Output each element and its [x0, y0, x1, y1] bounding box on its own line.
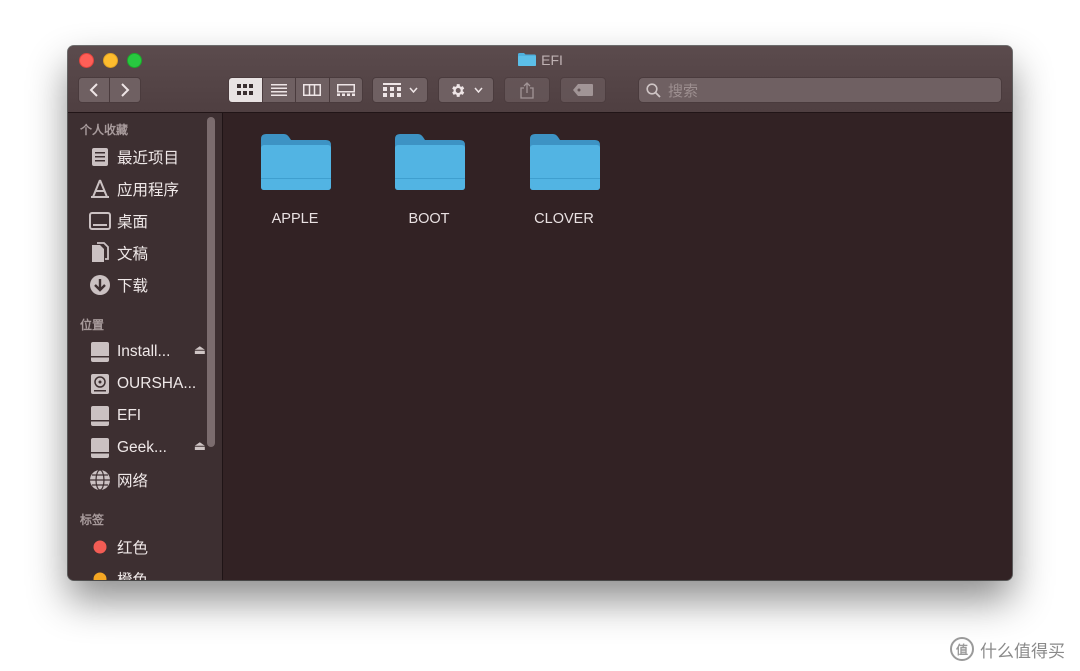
- sidebar-item-label: 下载: [117, 278, 149, 295]
- nav-buttons: [78, 77, 141, 103]
- group-by-button[interactable]: [372, 77, 428, 103]
- group-grid-icon: [382, 83, 401, 97]
- sidebar-item-network[interactable]: 网络: [88, 466, 206, 494]
- folder-icon: [518, 53, 537, 66]
- sidebar-item-label: Geek...: [117, 439, 167, 456]
- file-browser-area[interactable]: APPLE BOOT CLOVER: [223, 113, 1012, 580]
- sidebar-item-oursha[interactable]: OURSHA...: [88, 370, 206, 398]
- chevron-right-icon: [121, 83, 130, 97]
- chevron-down-icon: [408, 87, 418, 93]
- columns-icon: [303, 84, 322, 96]
- view-mode-control: [228, 77, 363, 103]
- list-view-button[interactable]: [262, 78, 296, 102]
- sidebar-scrollbar[interactable]: [207, 117, 215, 447]
- sidebar: 个人收藏 最近项目 应用程序 桌面 文稿 下载 位置 Install... ⏏ …: [68, 113, 223, 580]
- folder-icon: [530, 134, 600, 190]
- chevron-down-icon: [474, 87, 483, 93]
- sidebar-item-applications[interactable]: 应用程序: [88, 175, 206, 203]
- recents-icon: [88, 145, 112, 169]
- sidebar-section-tags: 标签: [80, 513, 105, 527]
- documents-icon: [88, 241, 112, 265]
- folder-name: BOOT: [408, 211, 450, 227]
- search-icon: [646, 83, 661, 98]
- sidebar-section-favorites: 个人收藏: [80, 123, 129, 137]
- sidebar-item-label: 文稿: [117, 246, 149, 263]
- eject-icon[interactable]: ⏏: [194, 342, 206, 358]
- list-icon: [270, 84, 287, 96]
- eject-icon[interactable]: ⏏: [194, 438, 206, 454]
- window-title: EFI: [68, 51, 1012, 69]
- sidebar-item-install[interactable]: Install... ⏏: [88, 338, 206, 366]
- sidebar-item-label: EFI: [117, 407, 142, 424]
- drive-icon: [88, 404, 112, 428]
- tag-dot-icon: [88, 567, 112, 580]
- icon-grid-icon: [237, 84, 254, 95]
- sidebar-item-recents[interactable]: 最近项目: [88, 143, 206, 171]
- desktop-icon: [88, 209, 112, 233]
- tags-button[interactable]: [560, 77, 606, 103]
- icon-view-button[interactable]: [229, 78, 263, 102]
- drive-icon: [88, 340, 112, 364]
- sidebar-item-label: 应用程序: [117, 182, 180, 199]
- sidebar-item-label: 红色: [117, 540, 149, 557]
- sidebar-item-downloads[interactable]: 下载: [88, 271, 206, 299]
- watermark: 值 什么值得买: [950, 634, 1065, 664]
- sidebar-item-desktop[interactable]: 桌面: [88, 207, 206, 235]
- folder-name: CLOVER: [534, 211, 594, 227]
- watermark-logo-icon: 值: [950, 637, 974, 661]
- tag-icon: [573, 84, 593, 96]
- sidebar-item-label: 橙色: [117, 568, 148, 580]
- back-button[interactable]: [79, 78, 110, 102]
- sidebar-item-label: 桌面: [117, 214, 149, 231]
- watermark-text: 什么值得买: [980, 641, 1065, 661]
- sidebar-item-tag-red[interactable]: 红色: [88, 533, 206, 561]
- folder-name: APPLE: [271, 211, 319, 227]
- share-button[interactable]: [504, 77, 550, 103]
- folder-item[interactable]: BOOT: [374, 133, 484, 233]
- sidebar-item-documents[interactable]: 文稿: [88, 239, 206, 267]
- folder-icon: [395, 134, 465, 190]
- search-field[interactable]: [638, 77, 1002, 103]
- sidebar-item-efi[interactable]: EFI: [88, 402, 206, 430]
- gear-icon: [452, 83, 465, 97]
- sidebar-item-label: OURSHA...: [117, 375, 197, 392]
- sidebar-item-label: 网络: [117, 473, 149, 490]
- sidebar-item-label: Install...: [117, 343, 171, 360]
- applications-icon: [88, 177, 112, 201]
- tag-dot-icon: [88, 535, 112, 559]
- downloads-icon: [88, 273, 112, 297]
- sidebar-item-label: 最近项目: [117, 150, 180, 167]
- sidebar-item-geek[interactable]: Geek... ⏏: [88, 434, 206, 462]
- disk-icon: [88, 372, 112, 396]
- finder-window: EFI 搜索 个人收藏 最近项目 应用程序 桌面 文稿 下载 位置 Instal…: [68, 46, 1012, 580]
- action-menu-button[interactable]: [438, 77, 494, 103]
- folder-icon: [261, 134, 331, 190]
- share-icon: [520, 81, 534, 99]
- folder-item[interactable]: CLOVER: [509, 133, 619, 233]
- gallery-view-button[interactable]: [329, 78, 362, 102]
- gallery-icon: [336, 84, 355, 96]
- title-bar[interactable]: EFI: [68, 46, 1012, 113]
- folder-item[interactable]: APPLE: [240, 133, 350, 233]
- sidebar-item-tag-orange[interactable]: 橙色: [88, 565, 206, 580]
- search-input[interactable]: [666, 80, 990, 102]
- network-icon: [88, 468, 112, 492]
- sidebar-section-locations: 位置: [80, 318, 105, 332]
- forward-button[interactable]: [110, 78, 140, 102]
- chevron-left-icon: [89, 83, 98, 97]
- column-view-button[interactable]: [296, 78, 330, 102]
- window-title-text: EFI: [541, 52, 563, 68]
- drive-icon: [88, 436, 112, 460]
